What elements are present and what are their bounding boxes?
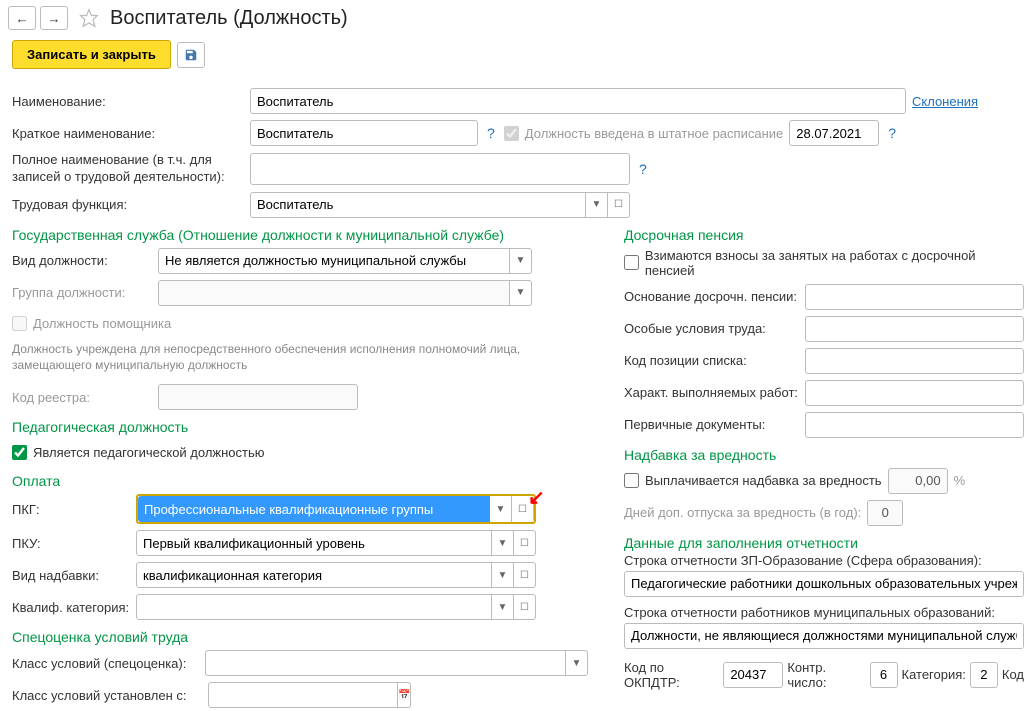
pension-code-input[interactable]	[805, 348, 1024, 374]
arrow-right-icon: →	[48, 11, 61, 26]
sout-section-title: Спецоценка условий труда	[0, 623, 600, 647]
addon-input[interactable]	[136, 562, 492, 588]
job-group-input	[158, 280, 510, 306]
pension-code-label: Код позиции списка:	[624, 353, 799, 368]
registry-input	[158, 384, 358, 410]
job-group-label: Группа должности:	[12, 285, 152, 300]
full-name-label: Полное наименование (в т.ч. для записей …	[12, 152, 244, 186]
pkg-label: ПКГ:	[12, 502, 130, 517]
hazard-section-title: Надбавка за вредность	[624, 441, 1024, 465]
sout-class-label: Класс условий (спецоценка):	[12, 656, 199, 671]
pension-nature-label: Характ. выполняемых работ:	[624, 385, 799, 400]
qual-label: Квалиф. категория:	[12, 600, 130, 615]
pay-section-title: Оплата	[0, 467, 600, 491]
check-label: Контр. число:	[787, 660, 865, 690]
pension-section-title: Досрочная пенсия	[624, 221, 1024, 245]
pension-basis-input[interactable]	[805, 284, 1024, 310]
dropdown-button[interactable]: ▼	[492, 530, 514, 556]
hazard-days-label: Дней доп. отпуска за вредность (в год):	[624, 505, 861, 520]
job-func-label: Трудовая функция:	[12, 197, 244, 212]
dropdown-button[interactable]: ▼	[492, 562, 514, 588]
help-icon[interactable]: ?	[484, 125, 498, 141]
pension-levied-checkbox[interactable]	[624, 255, 639, 270]
open-button[interactable]: ☐	[514, 530, 536, 556]
check-input[interactable]	[870, 662, 898, 688]
qual-input[interactable]	[136, 594, 492, 620]
is-ped-label: Является педагогической должностью	[33, 445, 265, 460]
dropdown-button[interactable]: ▼	[490, 496, 512, 522]
report-mun-label: Строка отчетности работников муниципальн…	[624, 605, 1024, 620]
helper-checkbox	[12, 316, 27, 331]
addon-label: Вид надбавки:	[12, 568, 130, 583]
is-ped-checkbox[interactable]	[12, 445, 27, 460]
full-name-input[interactable]	[250, 153, 630, 185]
star-icon[interactable]	[78, 7, 100, 29]
sout-date-label: Класс условий установлен с:	[12, 688, 202, 703]
dropdown-button[interactable]: ▼	[492, 594, 514, 620]
helper-label: Должность помощника	[33, 316, 171, 331]
pension-docs-input[interactable]	[805, 412, 1024, 438]
calendar-icon[interactable]: 📅	[398, 682, 411, 708]
report-section-title: Данные для заполнения отчетности	[624, 529, 1024, 553]
open-button[interactable]: ☐	[514, 562, 536, 588]
sout-class-input[interactable]	[205, 650, 566, 676]
pension-cond-input[interactable]	[805, 316, 1024, 342]
sout-date-input[interactable]	[208, 682, 398, 708]
hazard-paid-checkbox[interactable]	[624, 473, 639, 488]
in-staff-checkbox	[504, 126, 519, 141]
dropdown-button[interactable]: ▼	[566, 650, 588, 676]
pkg-input[interactable]	[138, 496, 490, 522]
short-name-input[interactable]	[250, 120, 478, 146]
help-icon[interactable]: ?	[636, 161, 650, 177]
report-edu-input[interactable]	[624, 571, 1024, 597]
dropdown-button[interactable]: ▼	[510, 248, 532, 274]
open-button[interactable]: ☐	[512, 496, 534, 522]
registry-label: Код реестра:	[12, 390, 152, 405]
kod-label: Код	[1002, 667, 1024, 682]
name-label: Наименование:	[12, 94, 244, 109]
arrow-left-icon: ←	[16, 11, 29, 26]
ped-section-title: Педагогическая должность	[0, 413, 600, 437]
category-input[interactable]	[970, 662, 998, 688]
helper-description: Должность учреждена для непосредственног…	[0, 339, 600, 375]
open-button[interactable]: ☐	[514, 594, 536, 620]
page-title: Воспитатель (Должность)	[110, 7, 348, 30]
pension-nature-input[interactable]	[805, 380, 1024, 406]
pension-basis-label: Основание досрочн. пенсии:	[624, 289, 799, 304]
pension-cond-label: Особые условия труда:	[624, 321, 799, 336]
hazard-paid-label: Выплачивается надбавка за вредность	[645, 473, 882, 488]
short-name-label: Краткое наименование:	[12, 126, 244, 141]
nav-forward-button[interactable]: →	[40, 6, 68, 30]
pku-label: ПКУ:	[12, 536, 130, 551]
help-icon[interactable]: ?	[885, 125, 899, 141]
report-mun-input[interactable]	[624, 623, 1024, 649]
hazard-amount-input	[888, 468, 948, 494]
job-type-label: Вид должности:	[12, 253, 152, 268]
open-button[interactable]: ☐	[608, 192, 630, 218]
okpdtr-label: Код по ОКПДТР:	[624, 660, 719, 690]
report-edu-label: Строка отчетности ЗП-Образование (Сфера …	[624, 553, 1024, 568]
pku-input[interactable]	[136, 530, 492, 556]
in-staff-label: Должность введена в штатное расписание	[525, 126, 783, 141]
dropdown-button: ▼	[510, 280, 532, 306]
name-input[interactable]	[250, 88, 906, 114]
percent-label: %	[954, 473, 966, 488]
pension-docs-label: Первичные документы:	[624, 417, 799, 432]
dropdown-button[interactable]: ▼	[586, 192, 608, 218]
category-label: Категория:	[902, 667, 966, 682]
declensions-link[interactable]: Склонения	[912, 94, 978, 109]
gov-section-title: Государственная служба (Отношение должно…	[0, 221, 600, 245]
okpdtr-input[interactable]	[723, 662, 783, 688]
pension-levied-label: Взимаются взносы за занятых на работах с…	[645, 248, 1024, 278]
nav-back-button[interactable]: ←	[8, 6, 36, 30]
save-button[interactable]	[177, 42, 205, 68]
job-func-input[interactable]	[250, 192, 586, 218]
hazard-days-input	[867, 500, 903, 526]
job-type-input[interactable]	[158, 248, 510, 274]
save-close-button[interactable]: Записать и закрыть	[12, 40, 171, 69]
in-staff-date-input[interactable]	[789, 120, 879, 146]
